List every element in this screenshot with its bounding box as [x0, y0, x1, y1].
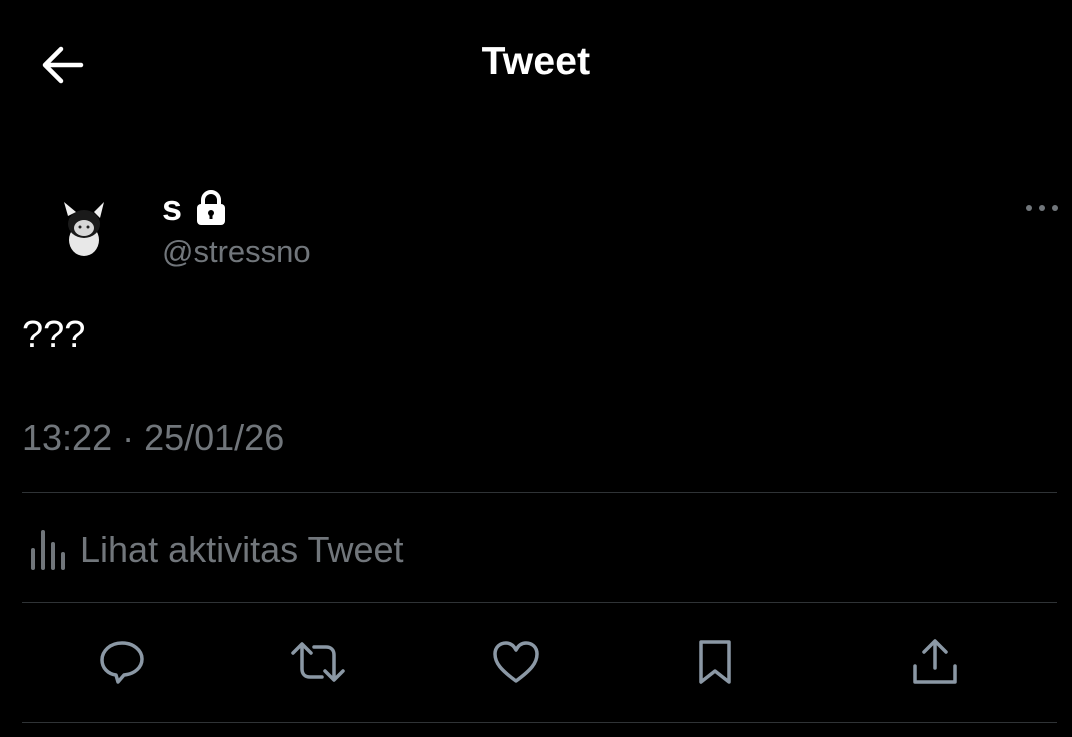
reply-button[interactable]: [90, 630, 154, 694]
cat-avatar-image: [50, 194, 120, 264]
author-info[interactable]: s @stressno: [162, 186, 311, 270]
avatar[interactable]: [50, 194, 120, 264]
display-name-row: s: [162, 186, 311, 230]
top-bar: Tweet: [0, 0, 1072, 130]
divider: [22, 602, 1057, 603]
divider: [22, 492, 1057, 493]
tweet-timestamp[interactable]: 13:22 · 25/01/26: [22, 417, 284, 459]
share-icon: [913, 639, 957, 684]
divider: [22, 722, 1057, 723]
like-button[interactable]: [484, 630, 548, 694]
reply-icon: [100, 641, 144, 684]
page-title: Tweet: [481, 40, 591, 83]
tweet-actions-bar: [0, 630, 1072, 700]
bookmark-button[interactable]: [683, 630, 747, 694]
view-activity-label: Lihat aktivitas Tweet: [80, 529, 404, 570]
share-button[interactable]: [903, 630, 967, 694]
bookmark-icon: [699, 640, 731, 684]
tweet-text: ???: [22, 314, 86, 356]
view-activity-link[interactable]: Lihat aktivitas Tweet: [22, 520, 404, 580]
user-handle: @stressno: [162, 234, 311, 269]
display-name: s: [162, 187, 183, 228]
bar-chart-icon: [31, 530, 65, 570]
heart-icon: [493, 641, 539, 683]
retweet-button[interactable]: [286, 630, 350, 694]
lock-icon: [194, 189, 228, 227]
ellipsis-icon: [1026, 205, 1058, 211]
retweet-icon: [291, 642, 345, 682]
more-options-button[interactable]: [1020, 196, 1064, 220]
